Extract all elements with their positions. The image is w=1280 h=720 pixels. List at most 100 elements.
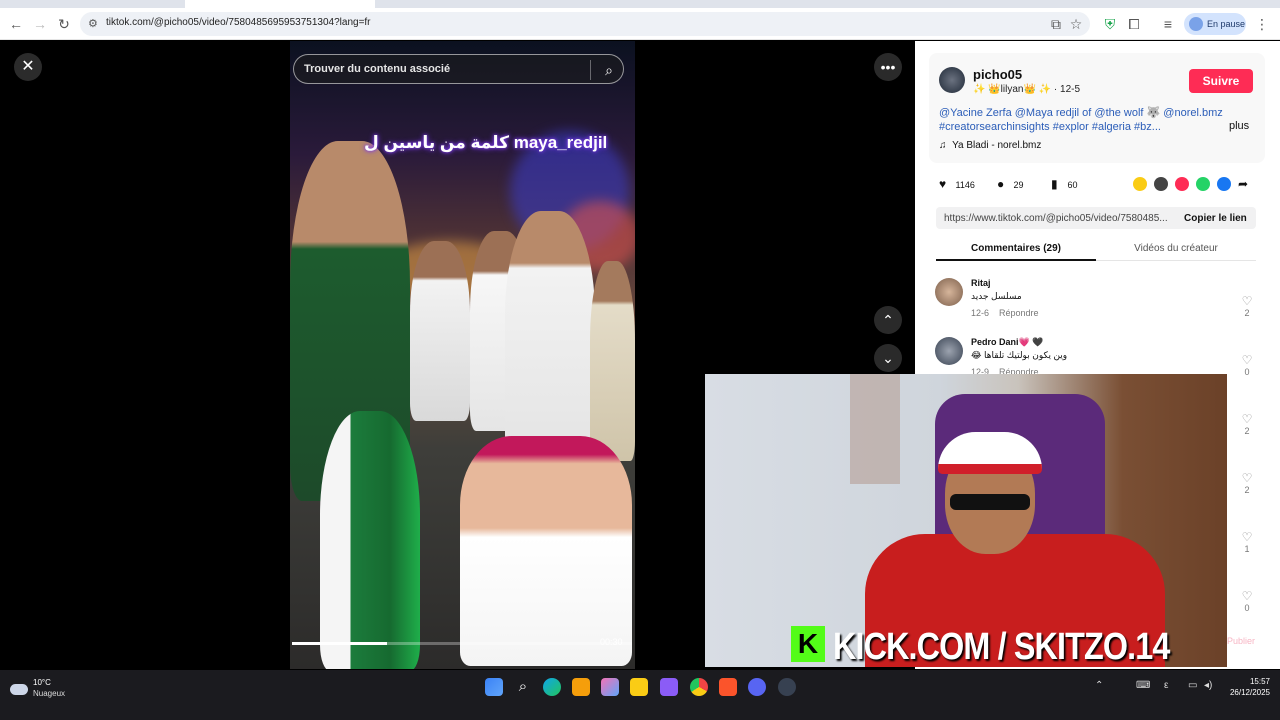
- commenter-avatar[interactable]: [935, 278, 963, 306]
- comment-date: 12-6: [971, 308, 990, 318]
- heart-outline-icon: ♡: [1241, 412, 1253, 426]
- url-text[interactable]: tiktok.com/@picho05/video/75804856959537…: [106, 17, 371, 28]
- close-icon[interactable]: ✕: [14, 53, 42, 81]
- person-figure: [505, 211, 595, 471]
- tab-active[interactable]: [185, 0, 375, 8]
- comment-button[interactable]: ● 29: [997, 177, 1024, 191]
- comment-like-count: 2: [1244, 485, 1250, 495]
- install-app-icon[interactable]: ⧉: [1048, 16, 1064, 32]
- repost-icon[interactable]: [1133, 177, 1147, 191]
- address-bar[interactable]: ⚙ tiktok.com/@picho05/video/758048569595…: [80, 12, 1090, 36]
- person-cutout: [320, 411, 420, 669]
- menu-kebab-icon[interactable]: ⋮: [1254, 16, 1270, 32]
- facebook-icon[interactable]: [1217, 177, 1231, 191]
- follow-button[interactable]: Suivre: [1189, 69, 1253, 93]
- heart-outline-icon: ♡: [1241, 353, 1253, 367]
- store-icon[interactable]: [572, 678, 590, 696]
- more-button[interactable]: plus: [1229, 120, 1249, 132]
- copilot-icon[interactable]: [601, 678, 619, 696]
- cap: [938, 432, 1042, 474]
- chrome-icon[interactable]: [690, 678, 708, 696]
- site-info-icon[interactable]: ⚙: [88, 17, 98, 30]
- commenter-name[interactable]: Pedro Dani💗 🖤: [971, 337, 1043, 348]
- next-video-icon[interactable]: ⌄: [874, 344, 902, 372]
- whatsapp-icon[interactable]: [1196, 177, 1210, 191]
- reply-button[interactable]: Répondre: [999, 308, 1039, 318]
- send-icon[interactable]: [1175, 177, 1189, 191]
- temperature: 10°C: [33, 678, 51, 687]
- profile-avatar: [1189, 17, 1203, 31]
- more-options-icon[interactable]: •••: [874, 53, 902, 81]
- game-icon[interactable]: [660, 678, 678, 696]
- profile-label: En pause: [1207, 19, 1246, 29]
- heart-outline-icon: ♡: [1241, 294, 1253, 308]
- music-link[interactable]: ♫ Ya Bladi - norel.bmz: [939, 140, 1041, 151]
- related-search-input[interactable]: Trouver du contenu associé ⌕: [293, 54, 624, 84]
- video-description[interactable]: @Yacine Zerfa @Maya redjil of @the wolf …: [939, 106, 1224, 134]
- tab-comments[interactable]: Commentaires (29): [936, 237, 1096, 261]
- sunglasses: [950, 494, 1030, 510]
- file-explorer-icon[interactable]: [630, 678, 648, 696]
- taskbar: 10°C Nuageux ⌕ ⌃ ⌨ ε ▭ ◂) 15:57 26/12/20…: [0, 670, 1280, 720]
- commenter-name[interactable]: Ritaj: [971, 278, 991, 288]
- creator-card: picho05 ✨ 👑lilyan👑 ✨ · 12-5 Suivre @Yaci…: [929, 53, 1265, 163]
- comment-like-button[interactable]: ♡ 0: [1237, 589, 1257, 613]
- forward-icon[interactable]: →: [32, 16, 48, 32]
- edge-icon[interactable]: [543, 678, 561, 696]
- tray-chevron-icon[interactable]: ⌃: [1095, 680, 1103, 691]
- creator-username[interactable]: picho05: [973, 67, 1022, 82]
- like-button[interactable]: ♥ 1146: [939, 177, 975, 191]
- heart-outline-icon: ♡: [1241, 530, 1253, 544]
- embed-icon[interactable]: [1154, 177, 1168, 191]
- bookmark-star-icon[interactable]: ☆: [1068, 16, 1084, 32]
- discord-icon[interactable]: [748, 678, 766, 696]
- commenter-avatar[interactable]: [935, 337, 963, 365]
- clock-date: 26/12/2025: [1229, 688, 1270, 697]
- comment-like-button[interactable]: ♡ 2: [1237, 412, 1257, 436]
- action-bar: ♥ 1146 ● 29 ▮ 60 ➦: [939, 177, 1269, 193]
- share-arrow-icon[interactable]: ➦: [1238, 177, 1248, 191]
- save-count: 60: [1067, 180, 1078, 190]
- kick-channel-text: KICK.COM / SKITZO.14: [833, 626, 1170, 667]
- back-icon[interactable]: ←: [8, 16, 24, 32]
- profile-button[interactable]: En pause: [1184, 13, 1246, 35]
- windows-start-icon[interactable]: [485, 678, 503, 696]
- reading-list-icon[interactable]: ≡: [1160, 16, 1176, 32]
- heart-outline-icon: ♡: [1241, 589, 1253, 603]
- like-count: 1146: [955, 180, 975, 190]
- previous-video-icon[interactable]: ⌃: [874, 306, 902, 334]
- video-link-url[interactable]: https://www.tiktok.com/@picho05/video/75…: [944, 213, 1176, 224]
- comment-meta: 12-6 Répondre: [971, 308, 1039, 318]
- weather-condition: Nuageux: [33, 689, 66, 698]
- search-icon[interactable]: ⌕: [599, 60, 619, 80]
- shield-extension-icon[interactable]: ⛨: [1102, 16, 1118, 32]
- extensions-icon[interactable]: ⧠: [1126, 16, 1142, 32]
- obs-icon[interactable]: [778, 678, 796, 696]
- search-placeholder: Trouver du contenu associé: [304, 63, 451, 75]
- tab-creator-videos[interactable]: Vidéos du créateur: [1096, 237, 1256, 261]
- publish-button[interactable]: Publier: [1227, 636, 1255, 646]
- comment-like-count: 0: [1244, 367, 1250, 377]
- network-icon[interactable]: ▭: [1188, 680, 1197, 691]
- comment-like-count: 2: [1244, 426, 1250, 436]
- save-button[interactable]: ▮ 60: [1051, 177, 1078, 191]
- search-icon[interactable]: ⌕: [514, 678, 532, 696]
- volume-icon[interactable]: ◂): [1204, 680, 1212, 691]
- keyboard-icon[interactable]: ⌨: [1136, 680, 1150, 691]
- video-time: 00:30: [600, 637, 623, 647]
- video-progress-bar[interactable]: [292, 642, 632, 645]
- comment-like-button[interactable]: ♡ 2: [1237, 471, 1257, 495]
- comment-like-button[interactable]: ♡ 2: [1237, 294, 1257, 318]
- comment-like-button[interactable]: ♡ 1: [1237, 530, 1257, 554]
- reload-icon[interactable]: ↻: [56, 16, 72, 32]
- brave-icon[interactable]: [719, 678, 737, 696]
- clock[interactable]: 15:57 26/12/2025: [1226, 676, 1270, 698]
- music-note-icon: ♫: [939, 140, 947, 151]
- clock-time: 15:57: [1249, 677, 1270, 686]
- copy-link-button[interactable]: Copier le lien: [1184, 213, 1247, 224]
- comment-text: مسلسل جديد: [971, 291, 1022, 301]
- creator-avatar[interactable]: [939, 67, 965, 93]
- input-language-icon[interactable]: ε: [1164, 680, 1168, 691]
- comment-like-button[interactable]: ♡ 0: [1237, 353, 1257, 377]
- video-player[interactable]: Trouver du contenu associé ⌕ كلمة من ياس…: [290, 41, 635, 669]
